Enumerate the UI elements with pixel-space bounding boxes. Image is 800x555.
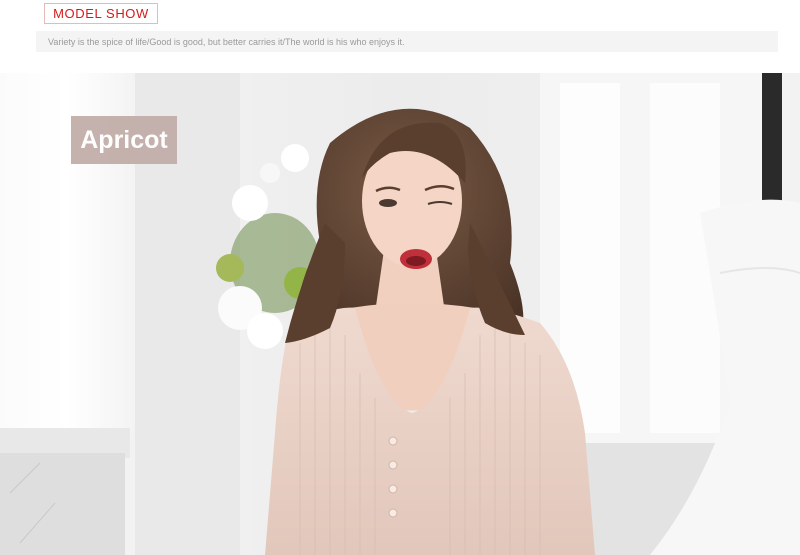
model-show-label: MODEL SHOW [53, 6, 149, 21]
model-photo: Apricot [0, 73, 800, 555]
product-page: MODEL SHOW Variety is the spice of life/… [0, 0, 800, 555]
left-cabinet [0, 453, 125, 555]
color-label-badge: Apricot [71, 116, 177, 164]
tagline-text: Variety is the spice of life/Good is goo… [48, 36, 405, 47]
color-label-text: Apricot [80, 125, 168, 154]
tagline-bar: Variety is the spice of life/Good is goo… [36, 31, 778, 52]
model-show-tag: MODEL SHOW [44, 3, 158, 24]
